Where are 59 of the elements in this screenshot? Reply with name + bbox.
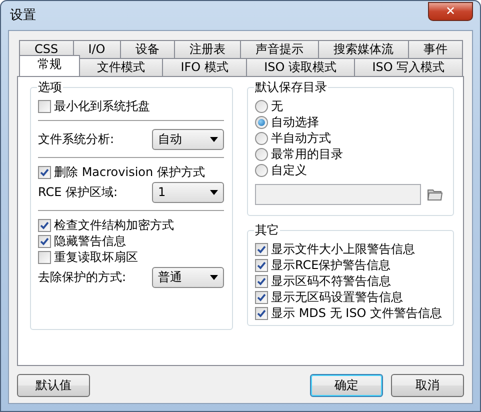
tab[interactable]: 声音提示 <box>240 40 319 58</box>
tab[interactable]: IFO 模式 <box>162 58 247 76</box>
checkbox-label: 隐藏警告信息 <box>54 234 126 248</box>
checkbox-label: 重复读取坏扇区 <box>54 250 138 264</box>
tab[interactable]: 事件 <box>408 40 463 58</box>
tab[interactable]: ISO 写入模式 <box>354 58 463 76</box>
checkbox-label: 最小化到系统托盘 <box>54 98 150 114</box>
radio-button[interactable] <box>255 148 268 160</box>
checkbox-label: 显示RCE保护警告信息 <box>271 258 391 272</box>
folder-icon[interactable] <box>427 188 443 201</box>
tab[interactable]: 设备 <box>120 40 175 58</box>
checkbox-label: 显示无区码设置警告信息 <box>271 290 403 304</box>
caret-icon <box>210 274 218 280</box>
radio-button[interactable] <box>255 164 268 176</box>
group-title: 选项 <box>37 80 63 94</box>
dropdown[interactable]: 自动 <box>152 128 224 150</box>
tab[interactable]: ISO 读取模式 <box>246 58 355 76</box>
checkbox-label: 删除 Macrovision 保护方式 <box>54 164 205 180</box>
radio-button[interactable] <box>255 116 268 128</box>
checkbox[interactable] <box>255 306 268 320</box>
checkbox-label: 显示区码不符警告信息 <box>271 274 391 288</box>
dropdown[interactable]: 1 <box>152 182 224 202</box>
checkbox-label: 检查文件结构加密方式 <box>54 218 174 232</box>
button[interactable]: 默认值 <box>17 374 90 397</box>
button[interactable]: 确定 <box>310 374 383 397</box>
radio-label: 半自动方式 <box>271 130 331 146</box>
checkbox[interactable] <box>255 242 268 256</box>
field-label: 去除保护的方式: <box>38 270 126 284</box>
checkbox[interactable] <box>38 218 51 232</box>
tab[interactable]: 注册表 <box>174 40 241 58</box>
field-label: 文件系统分析: <box>38 132 114 146</box>
checkbox[interactable] <box>38 100 51 112</box>
group-title: 默认保存目录 <box>254 80 328 94</box>
group-title: 其它 <box>254 223 280 238</box>
tab[interactable]: I/O <box>72 40 121 58</box>
window-title: 设置 <box>9 8 36 24</box>
tab[interactable]: 常规 <box>19 55 80 76</box>
checkbox[interactable] <box>255 290 268 304</box>
radio-label: 无 <box>271 98 283 114</box>
radio-label: 自动选择 <box>271 114 319 130</box>
caret-icon <box>210 136 218 142</box>
button[interactable]: 取消 <box>391 374 464 397</box>
checkbox[interactable] <box>38 234 51 248</box>
dropdown[interactable]: 普通 <box>152 266 224 288</box>
checkbox-label: 显示 MDS 无 ISO 文件警告信息 <box>271 306 442 320</box>
field-label: RCE 保护区域: <box>38 184 118 200</box>
radio-label: 最常用的目录 <box>271 146 343 162</box>
tab[interactable]: 文件模式 <box>78 58 164 76</box>
close-button[interactable]: ✕ <box>428 2 473 21</box>
radio-button[interactable] <box>255 132 268 144</box>
caret-icon <box>210 190 218 194</box>
tab[interactable]: 搜索媒体流 <box>318 40 409 58</box>
radio-label: 自定义 <box>271 162 307 178</box>
checkbox[interactable] <box>38 250 51 264</box>
radio-button[interactable] <box>255 100 268 112</box>
checkbox-label: 显示文件大小上限警告信息 <box>271 242 415 256</box>
checkbox[interactable] <box>255 274 268 288</box>
checkbox[interactable] <box>38 166 51 178</box>
checkbox[interactable] <box>255 258 268 272</box>
